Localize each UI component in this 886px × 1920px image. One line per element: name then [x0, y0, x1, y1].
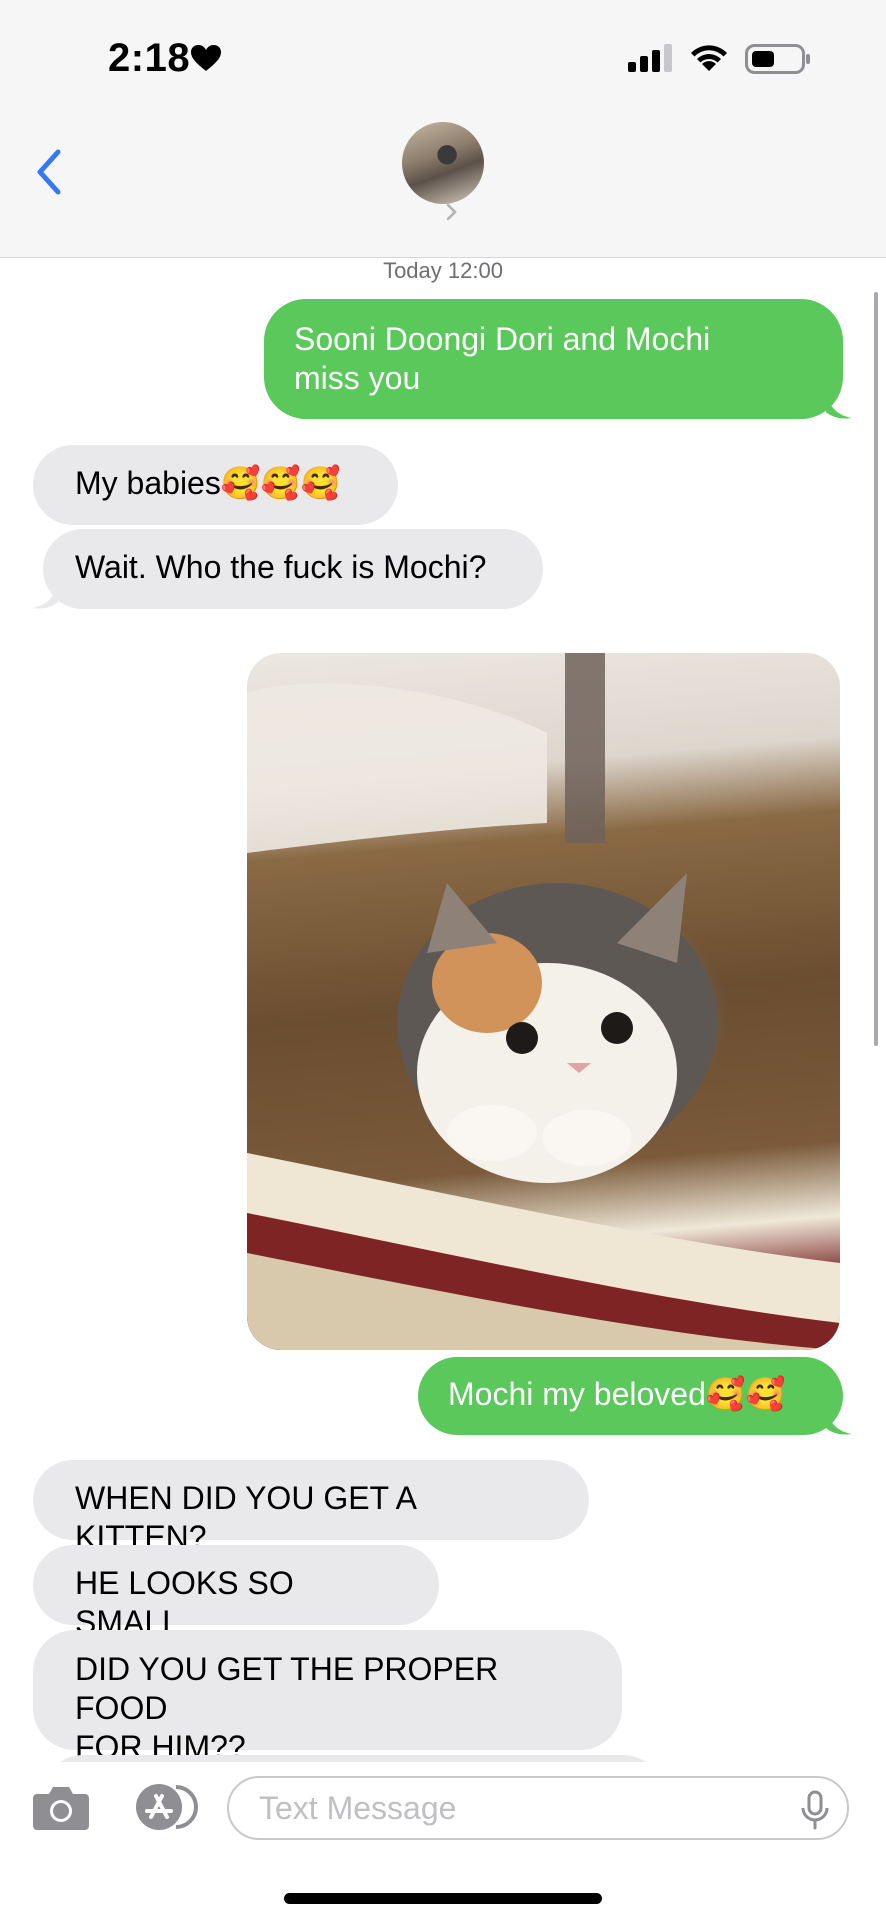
home-indicator[interactable]	[284, 1893, 602, 1904]
chevron-right-icon[interactable]	[446, 203, 458, 221]
battery-icon	[745, 44, 810, 74]
message-input[interactable]	[227, 1776, 849, 1840]
thread-timestamp: Today 12:00	[383, 258, 503, 283]
message-line: Sooni Doongi Dori and Mochi	[294, 321, 711, 357]
message-text: WHEN DID YOU GET A KITTEN?	[75, 1480, 416, 1555]
sent-message[interactable]: Sooni Doongi Dori and Mochi miss you	[264, 299, 843, 419]
signal-icon	[628, 44, 672, 72]
message-line: miss you	[294, 360, 421, 396]
message-text: Wait. Who the fuck is Mochi?	[75, 549, 487, 585]
message-text: My babies🥰🥰🥰	[75, 465, 341, 501]
received-message[interactable]: Wait. Who the fuck is Mochi?	[43, 529, 543, 609]
navigation-header: 2:18	[0, 0, 886, 258]
bubble-tail	[826, 1408, 852, 1435]
message-text: Mochi my beloved🥰🥰	[448, 1376, 786, 1412]
bubble-tail	[826, 392, 852, 419]
scrollbar[interactable]	[874, 292, 878, 1046]
received-message[interactable]: My babies🥰🥰🥰	[33, 445, 398, 525]
status-time: 2:18	[108, 36, 191, 80]
heart-icon	[191, 45, 221, 71]
microphone-icon[interactable]	[800, 1790, 830, 1830]
kitten-photo[interactable]	[247, 653, 840, 1350]
sent-message[interactable]: Mochi my beloved🥰🥰	[418, 1357, 843, 1435]
app-store-icon[interactable]	[134, 1782, 198, 1832]
back-chevron-icon[interactable]	[34, 148, 64, 196]
wifi-icon	[691, 45, 727, 71]
bubble-tail	[32, 582, 58, 609]
received-message[interactable]: DID YOU GET THE PROPER FOOD FOR HIM??	[33, 1630, 622, 1765]
message-text: HE LOOKS SO SMALL	[75, 1565, 294, 1640]
camera-icon[interactable]	[31, 1782, 91, 1834]
contact-avatar[interactable]	[402, 122, 484, 204]
received-message[interactable]: WHEN DID YOU GET A KITTEN?	[33, 1460, 589, 1555]
received-message[interactable]: HE LOOKS SO SMALL	[33, 1545, 439, 1640]
message-line: DID YOU GET THE PROPER FOOD	[75, 1651, 499, 1726]
